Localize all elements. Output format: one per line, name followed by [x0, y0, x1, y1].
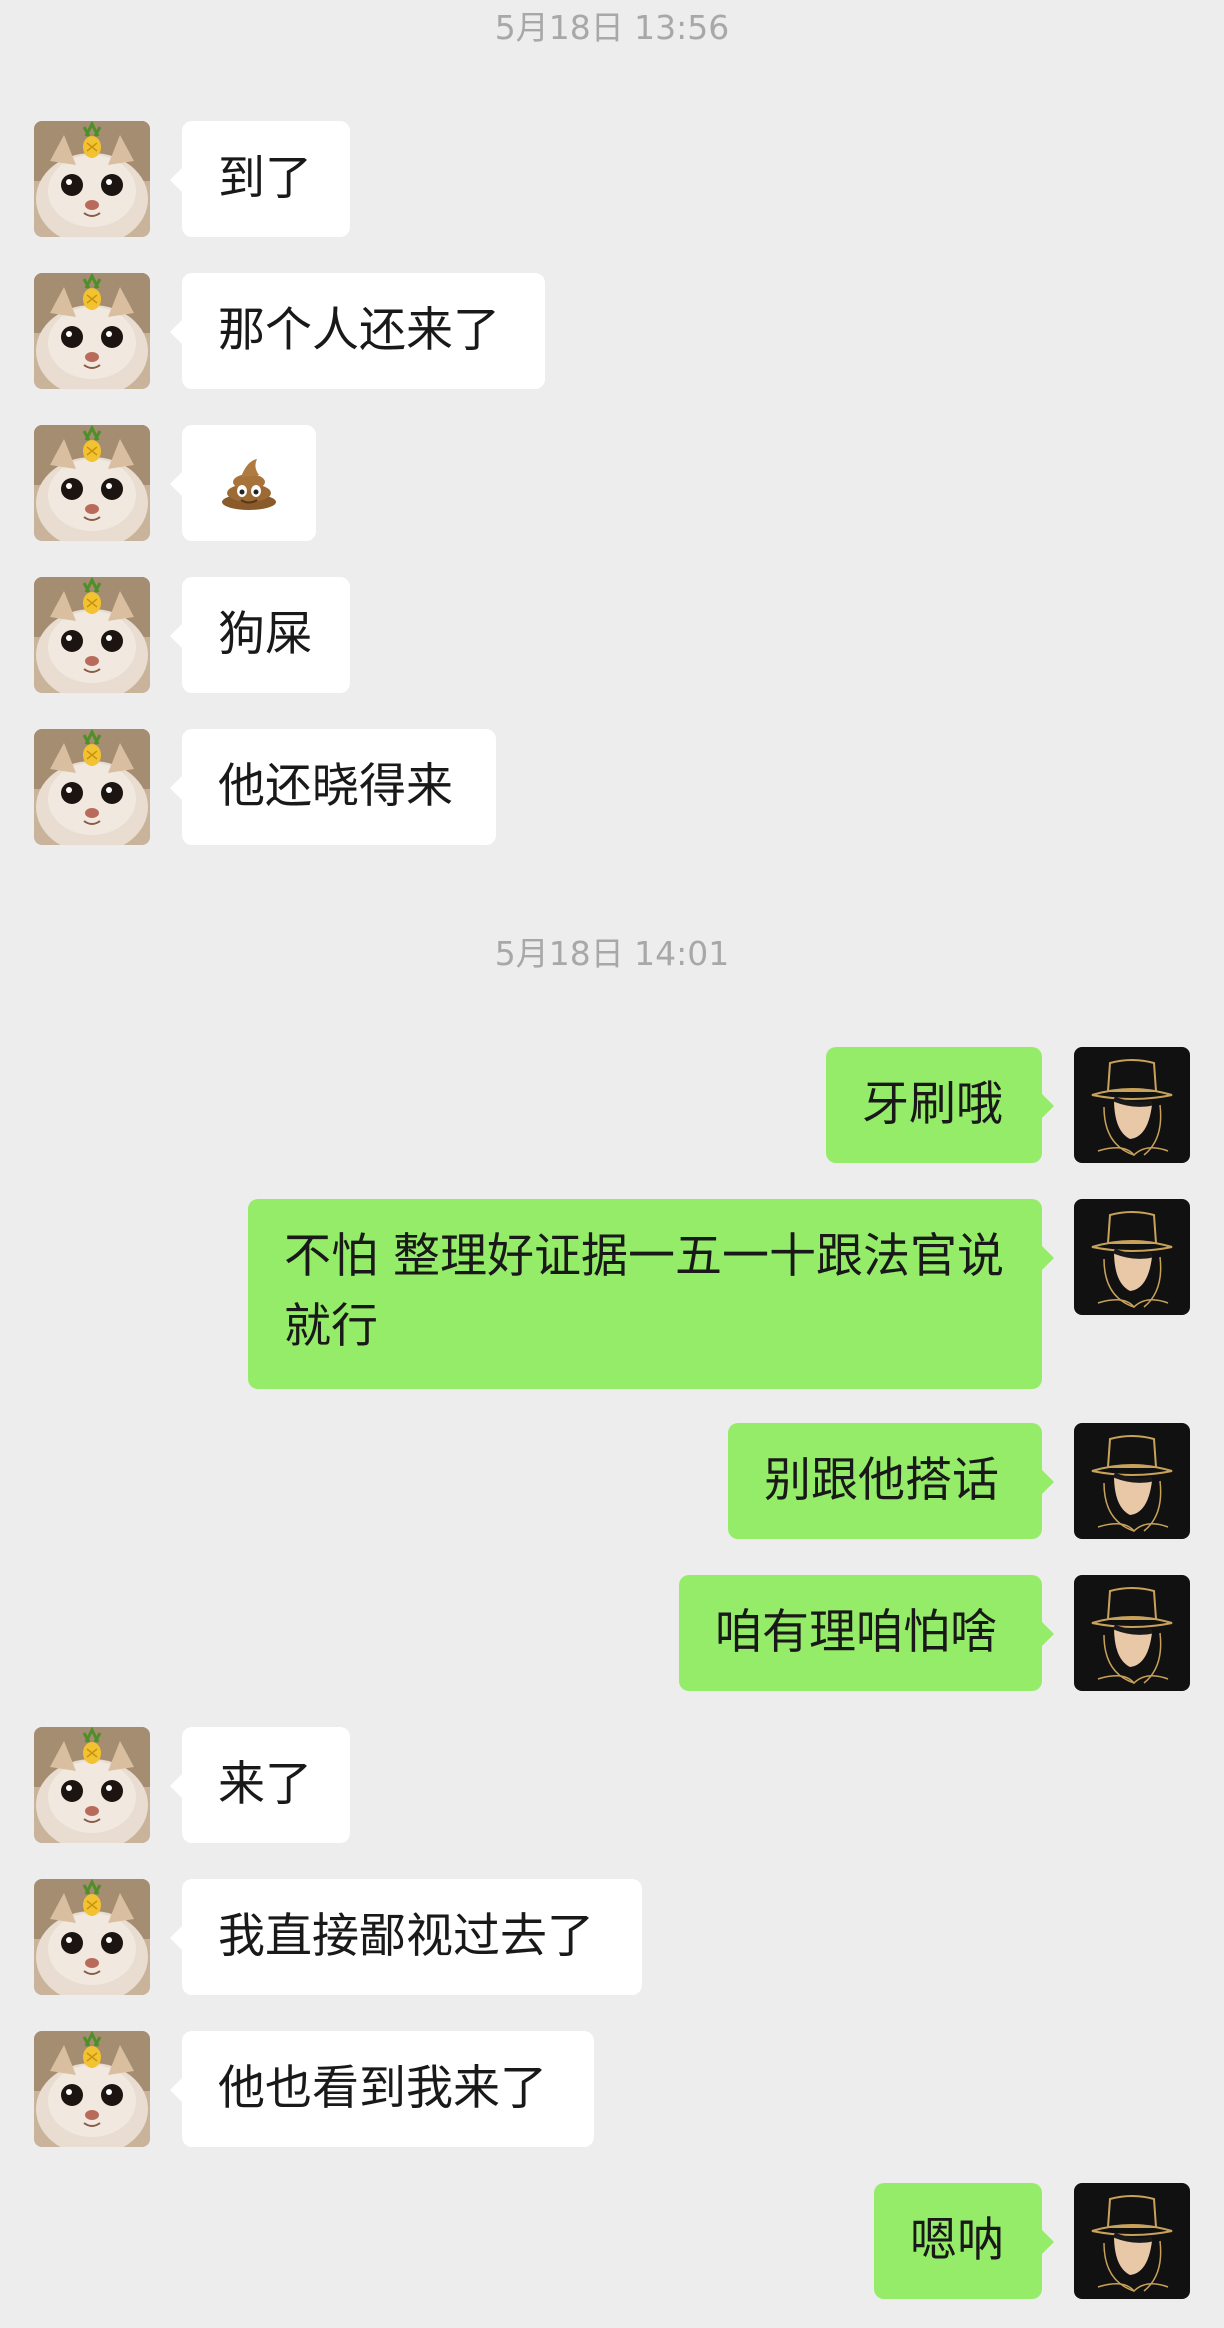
contact-avatar[interactable] — [34, 729, 150, 845]
contact-avatar[interactable] — [34, 1727, 150, 1843]
cat-with-pineapple-avatar-icon — [34, 273, 150, 389]
contact-avatar[interactable] — [34, 121, 150, 237]
received-message[interactable]: 来了 — [170, 1727, 350, 1843]
contact-avatar[interactable] — [34, 2031, 150, 2147]
received-message[interactable]: 我直接鄙视过去了 — [170, 1879, 642, 1995]
received-message[interactable] — [170, 425, 316, 541]
contact-avatar[interactable] — [34, 425, 150, 541]
sent-message[interactable]: 咱有理咱怕啥 — [679, 1575, 1054, 1691]
received-message[interactable]: 狗屎 — [170, 577, 350, 693]
sent-message[interactable]: 不怕 整理好证据一五一十跟法官说就行 — [248, 1199, 1054, 1389]
received-message[interactable]: 他也看到我来了 — [170, 2031, 594, 2147]
contact-avatar[interactable] — [34, 1879, 150, 1995]
received-message[interactable]: 到了 — [170, 121, 350, 237]
man-in-top-hat-avatar-icon — [1074, 1423, 1190, 1539]
cat-with-pineapple-avatar-icon — [34, 425, 150, 541]
sent-message[interactable]: 牙刷哦 — [826, 1047, 1054, 1163]
cat-with-pineapple-avatar-icon — [34, 729, 150, 845]
man-in-top-hat-avatar-icon — [1074, 1047, 1190, 1163]
my-avatar[interactable] — [1074, 2183, 1190, 2299]
received-message[interactable]: 那个人还来了 — [170, 273, 545, 389]
my-avatar[interactable] — [1074, 1575, 1190, 1691]
cat-with-pineapple-avatar-icon — [34, 577, 150, 693]
cat-with-pineapple-avatar-icon — [34, 121, 150, 237]
man-in-top-hat-avatar-icon — [1074, 2183, 1190, 2299]
chat-window: 5月18日 13:56 到了 那个人还来了 狗屎 他还晓得来 5月18日 14:… — [0, 0, 1224, 2328]
contact-avatar[interactable] — [34, 577, 150, 693]
message-timestamp: 5月18日 14:01 — [494, 934, 730, 973]
poop-emoji-icon — [222, 459, 276, 510]
cat-with-pineapple-avatar-icon — [34, 1879, 150, 1995]
man-in-top-hat-avatar-icon — [1074, 1575, 1190, 1691]
message-timestamp: 5月18日 13:56 — [494, 8, 730, 47]
received-message[interactable]: 他还晓得来 — [170, 729, 496, 845]
cat-with-pineapple-avatar-icon — [34, 1727, 150, 1843]
man-in-top-hat-avatar-icon — [1074, 1199, 1190, 1315]
contact-avatar[interactable] — [34, 273, 150, 389]
my-avatar[interactable] — [1074, 1423, 1190, 1539]
sent-message[interactable]: 嗯呐 — [874, 2183, 1054, 2299]
my-avatar[interactable] — [1074, 1199, 1190, 1315]
my-avatar[interactable] — [1074, 1047, 1190, 1163]
sent-message[interactable]: 别跟他搭话 — [728, 1423, 1054, 1539]
cat-with-pineapple-avatar-icon — [34, 2031, 150, 2147]
